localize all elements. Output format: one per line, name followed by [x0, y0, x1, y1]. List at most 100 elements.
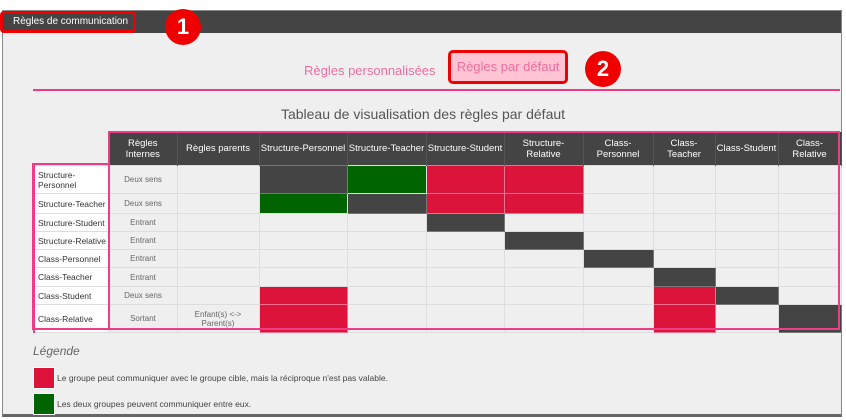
- rule-cell-self: [425, 213, 505, 232]
- parent-rule-cell: [176, 267, 260, 287]
- column-header: Class-Personnel: [583, 132, 654, 166]
- rule-cell-none: [714, 267, 779, 287]
- rule-cell-one-way: [503, 165, 584, 194]
- rule-cell-none: [777, 193, 842, 214]
- rule-cell-one-way: [425, 165, 505, 194]
- rule-cell-none: [582, 304, 654, 333]
- rule-cell-self: [777, 304, 842, 333]
- column-header: Règles Internes: [109, 132, 178, 166]
- column-header: Class-Teacher: [653, 132, 716, 166]
- rule-cell-self: [503, 231, 584, 250]
- internal-rule-cell: Entrant: [108, 231, 178, 250]
- row-label: Structure-Personnel: [33, 165, 110, 194]
- rule-cell-none: [425, 267, 505, 287]
- parent-rule-cell: [176, 231, 260, 250]
- legend-text-green: Les deux groupes peuvent communiquer ent…: [57, 399, 252, 409]
- highlight-box-1: [0, 11, 136, 33]
- row-label: Class-Relative: [33, 304, 110, 333]
- rule-cell-none: [258, 213, 348, 232]
- table-row: Class-Teacher Entrant: [33, 267, 842, 287]
- rule-cell-none: [346, 213, 427, 232]
- rule-cell-none: [503, 267, 584, 287]
- rule-cell-none: [503, 286, 584, 305]
- row-label: Structure-Relative: [33, 231, 110, 250]
- rule-cell-none: [346, 304, 427, 333]
- rule-cell-one-way: [258, 286, 348, 305]
- rule-cell-self: [346, 193, 427, 214]
- parent-rule-cell: Enfant(s) <-> Parent(s): [176, 304, 260, 333]
- rule-cell-self: [652, 267, 716, 287]
- rule-cell-none: [777, 267, 842, 287]
- annotation-badge-2: 2: [585, 51, 621, 87]
- rule-cell-none: [777, 231, 842, 250]
- rule-cell-none: [582, 267, 654, 287]
- parent-rule-cell: [176, 286, 260, 305]
- rule-cell-none: [777, 286, 842, 305]
- rule-cell-none: [582, 231, 654, 250]
- rule-cell-none: [777, 213, 842, 232]
- rule-cell-one-way: [258, 304, 348, 333]
- rule-cell-none: [425, 249, 505, 268]
- internal-rule-cell: Deux sens: [108, 286, 178, 305]
- parent-rule-cell: [176, 249, 260, 268]
- rule-cell-none: [777, 249, 842, 268]
- table-row: Structure-Personnel Deux sens: [33, 165, 842, 194]
- tab-divider: [33, 89, 840, 91]
- annotation-badge-1: 1: [165, 9, 201, 45]
- corner: [34, 132, 109, 166]
- column-header: Class-Relative: [778, 132, 842, 166]
- rule-cell-none: [714, 213, 779, 232]
- tab-default-rules[interactable]: Règles par défaut: [448, 50, 568, 84]
- rule-cell-none: [258, 231, 348, 250]
- rule-cell-none: [258, 267, 348, 287]
- rule-cell-none: [582, 193, 654, 214]
- rule-cell-self: [258, 165, 348, 194]
- internal-rule-cell: Deux sens: [108, 165, 178, 194]
- rule-cell-none: [503, 213, 584, 232]
- rule-cell-none: [777, 165, 842, 194]
- column-header: Structure-Student: [426, 132, 505, 166]
- internal-rule-cell: Deux sens: [108, 193, 178, 214]
- legend-text-red: Le groupe peut communiquer avec le group…: [57, 373, 388, 383]
- rule-cell-one-way: [503, 193, 584, 214]
- rule-cell-none: [425, 286, 505, 305]
- row-label: Class-Teacher: [33, 267, 110, 287]
- rule-cell-none: [652, 231, 716, 250]
- rule-cell-none: [503, 304, 584, 333]
- rule-cell-none: [714, 193, 779, 214]
- legend-swatch-red: [33, 367, 55, 389]
- row-label: Structure-Student: [33, 213, 110, 232]
- rule-cell-none: [714, 165, 779, 194]
- rule-cell-none: [346, 249, 427, 268]
- rule-cell-none: [346, 267, 427, 287]
- rule-cell-none: [582, 165, 654, 194]
- internal-rule-cell: Entrant: [108, 249, 178, 268]
- rule-cell-none: [652, 249, 716, 268]
- rule-cell-none: [714, 249, 779, 268]
- rule-cell-none: [346, 286, 427, 305]
- rule-cell-self: [582, 249, 654, 268]
- column-header: Class-Student: [715, 132, 779, 166]
- rule-cell-none: [346, 231, 427, 250]
- rule-cell-none: [652, 193, 716, 214]
- rule-cell-none: [652, 213, 716, 232]
- rules-table: Règles Internes Règles parents Structure-P…: [33, 132, 842, 333]
- rule-cell-none: [582, 286, 654, 305]
- rule-cell-none: [425, 231, 505, 250]
- column-header: Structure-Personnel: [259, 132, 348, 166]
- tab-custom-rules[interactable]: Règles personnalisées: [304, 63, 436, 78]
- internal-rule-cell: Sortant: [108, 304, 178, 333]
- column-header: Règles parents: [177, 132, 260, 166]
- table-row: Class-Student Deux sens: [33, 286, 842, 305]
- row-label: Class-Student: [33, 286, 110, 305]
- rule-cell-none: [425, 304, 505, 333]
- table-row: Class-Personnel Entrant: [33, 249, 842, 268]
- rule-cell-one-way: [652, 286, 716, 305]
- rule-cell-none: [503, 249, 584, 268]
- rule-cell-none: [582, 213, 654, 232]
- parent-rule-cell: [176, 193, 260, 214]
- column-header: Structure-Teacher: [347, 132, 427, 166]
- row-label: Structure-Teacher: [33, 193, 110, 214]
- table-row: Structure-Teacher Deux sens: [33, 193, 842, 214]
- rule-cell-none: [652, 165, 716, 194]
